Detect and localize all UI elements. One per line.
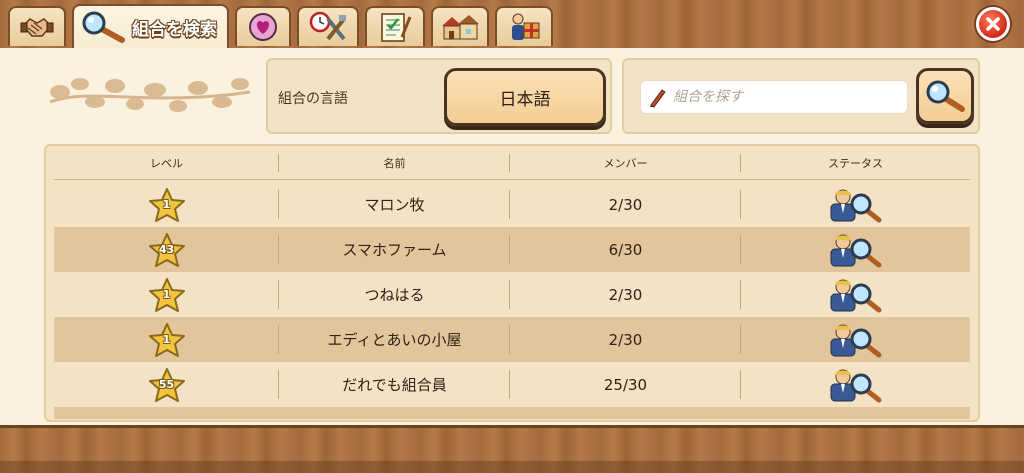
tab-town[interactable] (431, 6, 489, 46)
tab-favorites[interactable] (235, 6, 291, 46)
guild-search-input[interactable] (673, 89, 903, 105)
name-cell: マロン牧 (279, 182, 510, 227)
level-cell: 55 (54, 362, 280, 407)
header-name: 名前 (279, 146, 510, 179)
gift-person-icon (512, 13, 540, 40)
guild-search-box (622, 58, 980, 134)
table-row[interactable]: 1 マロン牧 2/30 (54, 182, 970, 227)
status-cell (741, 182, 970, 227)
language-select-button[interactable]: 日本語 (444, 68, 606, 126)
header-members: メンバー (510, 146, 741, 179)
close-button[interactable] (976, 7, 1010, 41)
members-cell: 25/30 (510, 362, 741, 407)
handshake-icon (20, 18, 54, 37)
table-row[interactable]: 43 スマホファーム 6/30 (54, 227, 970, 272)
status-cell (741, 362, 970, 407)
houses-icon (442, 15, 479, 40)
status-cell (741, 272, 970, 317)
members-cell: 2/30 (510, 272, 741, 317)
members-cell: 6/30 (510, 227, 741, 272)
members-cell: 2/30 (510, 182, 741, 227)
tab-notes[interactable] (365, 6, 425, 46)
tab-guild-members[interactable] (8, 6, 66, 46)
member-search-icon[interactable] (827, 322, 883, 358)
table-rows: 1 マロン牧 2/30 43 スマホファーム 6/30 1 つねはる 2/30 … (54, 182, 970, 419)
level-star-icon: 1 (148, 322, 186, 358)
magnifier-icon (926, 80, 965, 112)
level-value: 1 (162, 197, 171, 211)
table-row[interactable]: 55 だれでも組合員 25/30 (54, 362, 970, 407)
member-search-icon[interactable] (827, 367, 883, 403)
header-status: ステータス (827, 156, 883, 170)
tab-gifts[interactable] (495, 6, 553, 46)
level-star-icon: 1 (148, 277, 186, 313)
name-cell: エディとあいの小屋 (279, 317, 510, 362)
member-search-icon[interactable] (827, 187, 883, 223)
level-value: 1 (162, 332, 171, 346)
table-row[interactable]: 1 エディとあいの小屋 2/30 (54, 317, 970, 362)
pencil-icon (650, 89, 666, 108)
level-star-icon: 43 (148, 232, 186, 268)
table-row[interactable]: 1 つねはる 2/30 (54, 272, 970, 317)
level-value: 1 (162, 287, 171, 301)
level-value: 43 (158, 242, 175, 256)
guild-language-label: 組合の言語 (278, 91, 348, 107)
status-cell (741, 227, 970, 272)
guild-language-box: 組合の言語 日本語 (266, 58, 612, 134)
heart-icon (249, 13, 277, 41)
table-row-partial[interactable] (54, 407, 970, 419)
bottom-wood-frame (0, 425, 1024, 473)
search-button[interactable] (916, 68, 974, 124)
level-star-icon: 1 (148, 187, 186, 223)
level-star-icon: 55 (148, 367, 186, 403)
notepad-icon (381, 13, 412, 42)
guild-table: レベル 名前 メンバー ステータス 1 マロン牧 2/30 43 スマホファーム… (44, 144, 980, 422)
level-cell: 1 (54, 272, 280, 317)
magnifier-icon (82, 11, 125, 43)
name-cell: だれでも組合員 (279, 362, 510, 407)
member-search-icon[interactable] (827, 277, 883, 313)
clock-tools-icon (309, 11, 346, 41)
level-value: 55 (158, 377, 175, 391)
header-level: レベル (54, 146, 280, 179)
level-cell: 43 (54, 227, 280, 272)
members-cell: 2/30 (510, 317, 741, 362)
level-cell: 1 (54, 317, 280, 362)
tab-search-guild[interactable]: 組合を検索 (72, 4, 229, 48)
tab-search-guild-label: 組合を検索 (132, 19, 217, 40)
search-guild-panel: 組合の言語 日本語 レベル 名前 メンバー ステータス (0, 48, 1024, 425)
close-icon (986, 17, 1000, 31)
member-search-icon[interactable] (827, 232, 883, 268)
name-cell: つねはる (279, 272, 510, 317)
tab-bar: 組合を検索 (8, 4, 553, 48)
leaf-ornament (49, 78, 251, 112)
name-cell: スマホファーム (279, 227, 510, 272)
tab-activity[interactable] (297, 6, 359, 46)
status-cell (741, 317, 970, 362)
level-cell: 1 (54, 182, 280, 227)
search-field[interactable] (640, 80, 908, 114)
table-header: レベル 名前 メンバー ステータス (54, 146, 970, 180)
